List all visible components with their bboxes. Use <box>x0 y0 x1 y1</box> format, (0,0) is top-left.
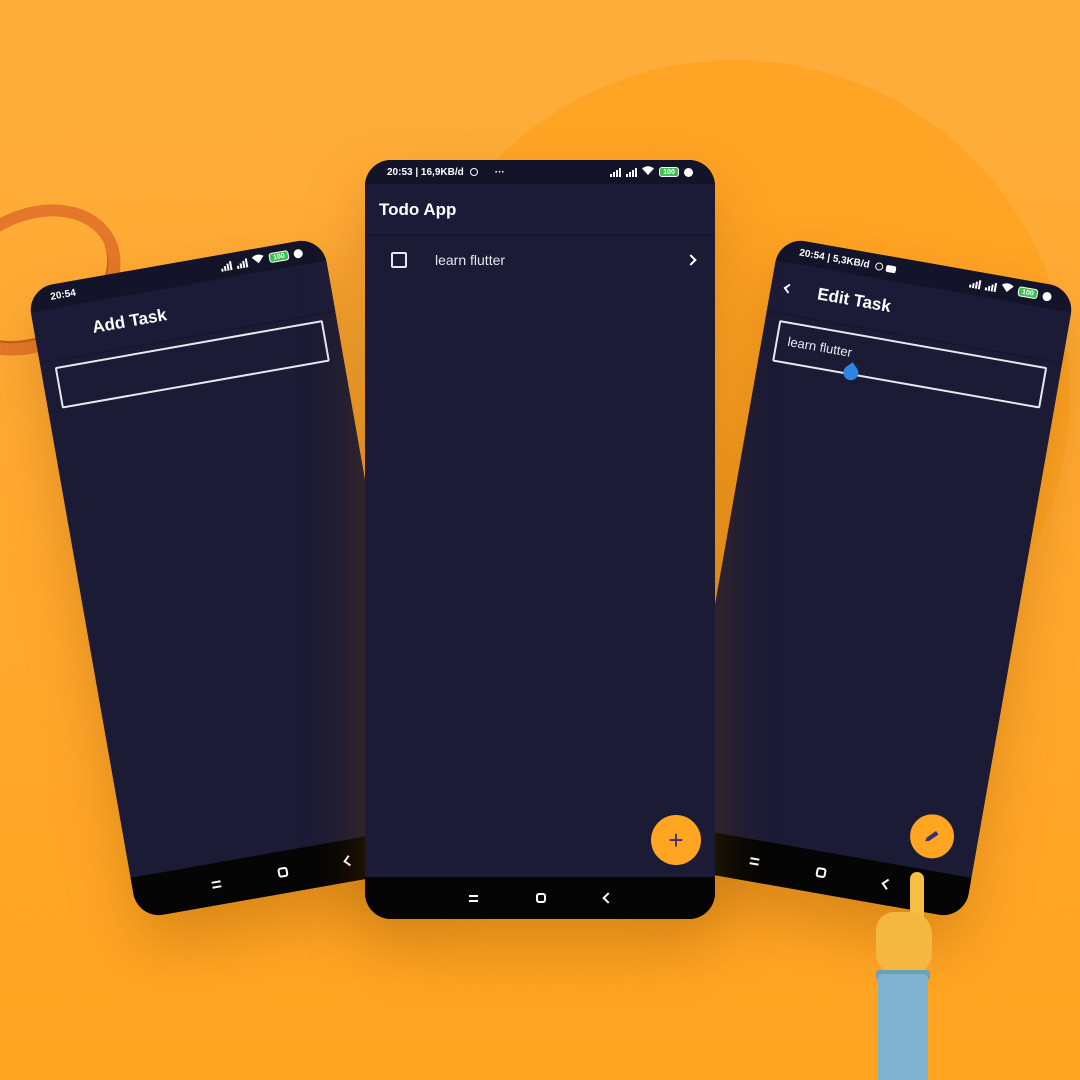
battery-icon: 100 <box>268 249 290 264</box>
wifi-icon <box>642 166 654 178</box>
battery-icon: 100 <box>1017 286 1039 300</box>
more-status-icon: ··· <box>494 166 505 178</box>
save-edit-button[interactable] <box>906 810 958 862</box>
task-title: learn flutter <box>435 252 506 268</box>
status-time: 20:53 | 16,9KB/d <box>387 166 464 178</box>
system-nav-bar <box>365 877 715 919</box>
notification-dot-icon <box>292 248 304 259</box>
task-input-value: learn flutter <box>786 333 854 360</box>
edit-pencil-icon <box>925 830 939 842</box>
text-cursor-handle[interactable] <box>840 362 862 384</box>
battery-icon: 100 <box>659 167 679 177</box>
phone-todo-list: 20:53 | 16,9KB/d ··· 100 Todo App learn … <box>365 160 715 919</box>
signal-icon <box>984 281 998 292</box>
back-icon[interactable] <box>601 892 614 904</box>
chevron-right-icon <box>685 254 697 266</box>
page-title: Edit Task <box>815 283 893 316</box>
notification-dot-icon <box>684 167 693 177</box>
wifi-icon <box>1000 282 1014 296</box>
signal-icon <box>220 260 233 272</box>
status-time: 20:54 <box>49 287 77 303</box>
menu-icon[interactable] <box>749 856 760 866</box>
task-list-item[interactable]: learn flutter <box>365 236 715 284</box>
notification-dot-icon <box>1041 290 1053 302</box>
menu-icon[interactable] <box>468 894 478 902</box>
home-icon[interactable] <box>814 866 827 879</box>
signal-icon <box>626 167 637 177</box>
back-arrow-icon[interactable] <box>783 283 794 294</box>
back-icon[interactable] <box>342 855 354 867</box>
youtube-icon <box>885 264 897 273</box>
pointing-hand-illustration <box>872 870 942 1080</box>
alarm-icon <box>874 261 885 272</box>
home-icon[interactable] <box>276 866 289 879</box>
signal-icon <box>969 278 982 289</box>
signal-icon <box>236 257 249 269</box>
page-title: Add Task <box>90 304 169 337</box>
wifi-icon <box>251 253 265 267</box>
signal-icon <box>610 167 621 177</box>
page-title: Todo App <box>379 199 457 219</box>
add-task-button[interactable]: + <box>651 815 701 865</box>
app-bar: Todo App <box>365 184 715 236</box>
task-checkbox[interactable] <box>391 252 407 268</box>
menu-icon[interactable] <box>210 879 221 889</box>
status-bar: 20:53 | 16,9KB/d ··· 100 <box>365 160 715 184</box>
home-icon[interactable] <box>535 893 546 903</box>
alarm-icon <box>469 168 478 176</box>
plus-icon: + <box>668 825 684 855</box>
